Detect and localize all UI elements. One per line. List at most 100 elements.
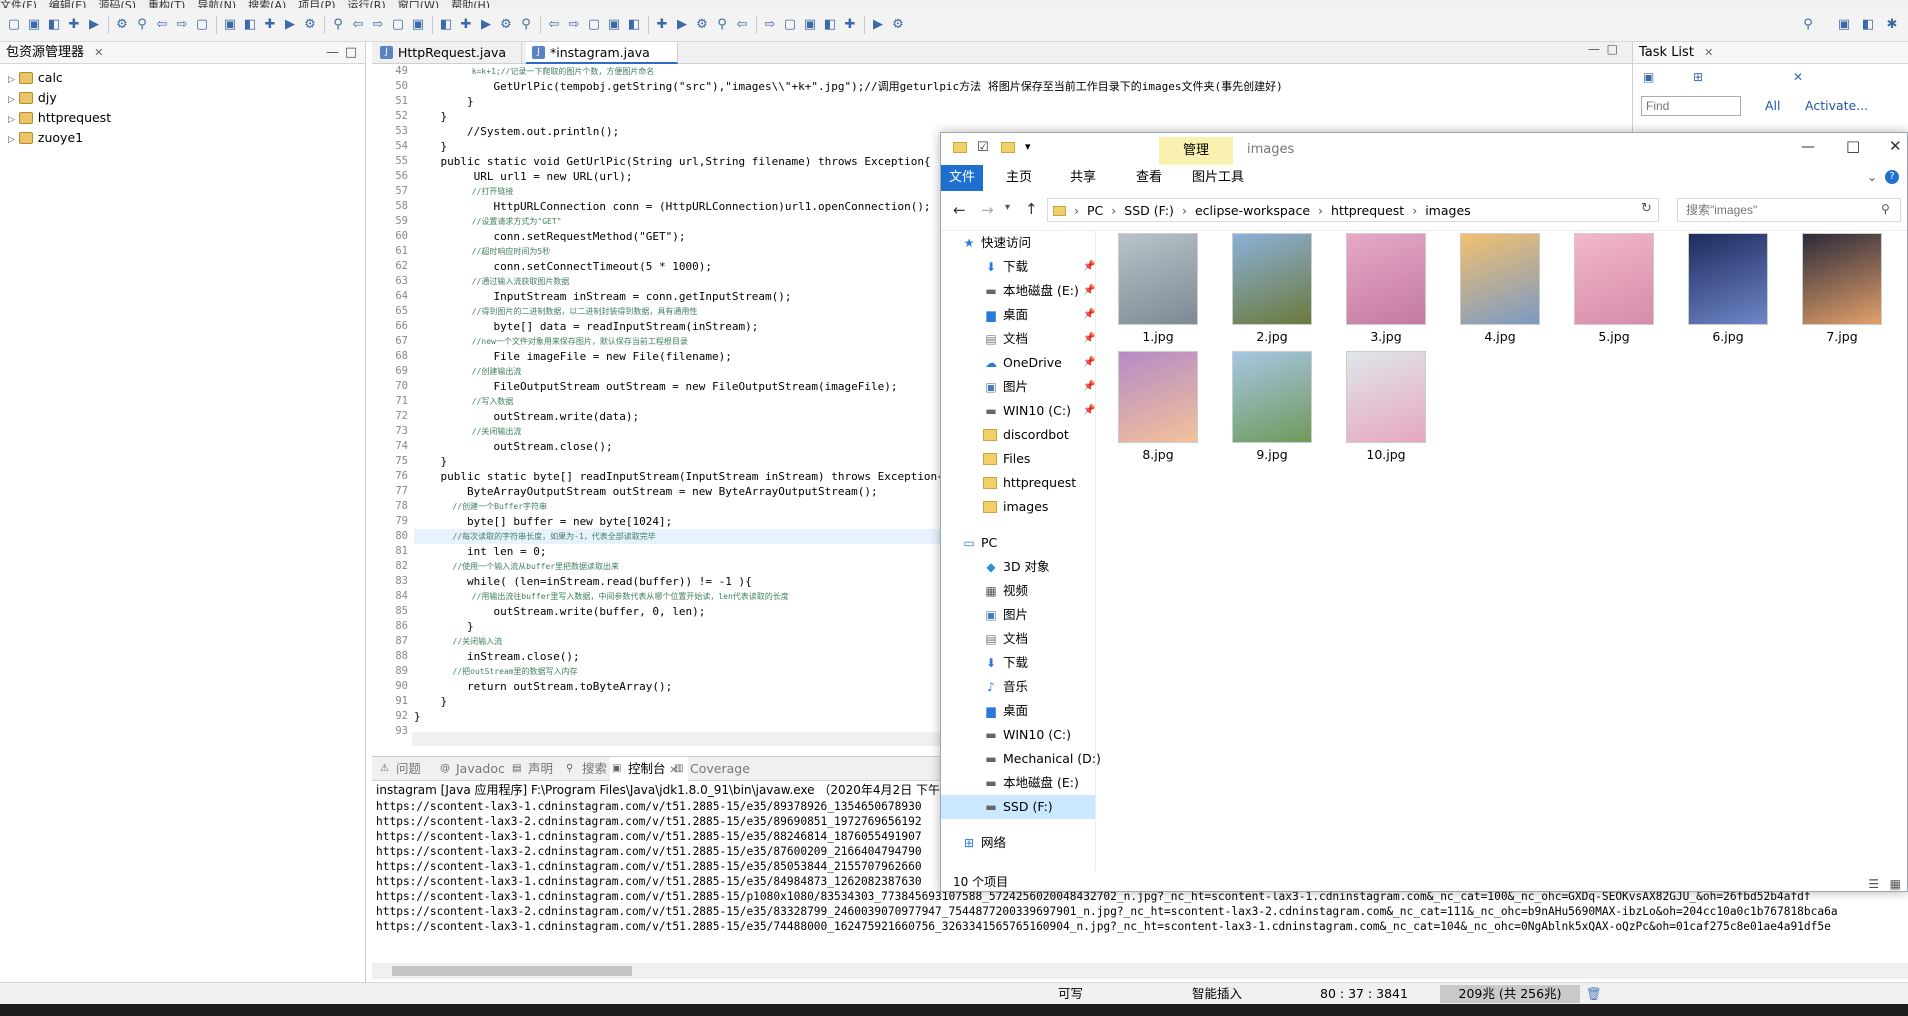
back-icon[interactable]: ← [953, 201, 966, 219]
expand-arrow-icon[interactable]: ▷ [8, 115, 15, 125]
run-icon[interactable]: ▶ [674, 17, 690, 33]
nav-item[interactable]: ▦ 视频 [941, 579, 1095, 603]
minimize-button[interactable]: — [1801, 139, 1815, 155]
forward-icon[interactable]: ⇨ [370, 17, 386, 33]
back-icon[interactable]: ⇦ [350, 17, 366, 33]
nav-item[interactable]: ⬇ 下载 📌 [941, 255, 1095, 279]
back-icon[interactable]: ⇦ [734, 17, 750, 33]
debug-icon[interactable]: ✚ [842, 17, 858, 33]
scrollbar-thumb[interactable] [392, 966, 632, 976]
nav-item[interactable]: ▤ 文档 [941, 627, 1095, 651]
new-icon[interactable]: ▢ [390, 17, 406, 33]
file-thumbnail[interactable]: 3.jpg [1339, 233, 1433, 351]
save-icon[interactable]: ▣ [26, 17, 42, 33]
garbage-collect-icon[interactable]: 🗑 [1586, 983, 1602, 1005]
delete-icon[interactable]: ✕ [1793, 70, 1803, 84]
perspective-icon[interactable]: ▣ [1836, 17, 1852, 33]
activate-link[interactable]: Activate... [1805, 98, 1868, 113]
save-all-icon[interactable]: ◧ [242, 17, 258, 33]
nav-item[interactable]: discordbot [941, 423, 1095, 447]
editor-tab[interactable]: J HttpRequest.java [374, 42, 522, 64]
nav-item[interactable]: ▬ 本地磁盘 (E:) [941, 771, 1095, 795]
console-tab[interactable]: ▥ Coverage [672, 757, 750, 781]
nav-item[interactable]: ▬ SSD (F:) [941, 795, 1095, 819]
run-icon[interactable]: ▶ [86, 17, 102, 33]
pin-icon[interactable]: 📌 [1083, 375, 1095, 399]
save-all-icon[interactable]: ◧ [438, 17, 454, 33]
java-perspective-icon[interactable]: ◧ [1860, 17, 1876, 33]
minimize-icon[interactable]: — [326, 42, 339, 64]
forward-icon[interactable]: ⇨ [762, 17, 778, 33]
back-icon[interactable]: ⇦ [154, 17, 170, 33]
nav-item[interactable]: ▤ 文档 📌 [941, 327, 1095, 351]
debug-icon[interactable]: ✚ [654, 17, 670, 33]
close-icon[interactable]: ✕ [94, 46, 103, 59]
save-all-icon[interactable]: ◧ [822, 17, 838, 33]
breadcrumb-item[interactable]: httprequest [1331, 203, 1404, 218]
external-tools-icon[interactable]: ⚙ [114, 17, 130, 33]
filter-icon[interactable]: ⊞ [1693, 70, 1703, 84]
pin-icon[interactable]: 📌 [1083, 255, 1095, 279]
expand-ribbon-icon[interactable]: ⌄ [1867, 170, 1877, 184]
console-tab[interactable]: ⚠ 问题 [378, 757, 421, 781]
nav-item[interactable]: ▭ PC [941, 531, 1095, 555]
save-icon[interactable]: ▣ [606, 17, 622, 33]
external-tools-icon[interactable]: ⚙ [890, 17, 906, 33]
debug-icon[interactable]: ✚ [262, 17, 278, 33]
expand-arrow-icon[interactable]: ▷ [8, 75, 15, 85]
save-icon[interactable]: ▣ [802, 17, 818, 33]
new-icon[interactable]: ▢ [586, 17, 602, 33]
file-thumbnail[interactable]: 7.jpg [1795, 233, 1889, 351]
console-tab[interactable]: @ Javadoc [438, 757, 505, 781]
breadcrumb-item[interactable]: SSD (F:) [1124, 203, 1174, 218]
nav-item[interactable]: images [941, 495, 1095, 519]
nav-item[interactable]: ▬ 本地磁盘 (E:) 📌 [941, 279, 1095, 303]
search-icon[interactable]: ⚲ [714, 17, 730, 33]
forward-icon[interactable]: ⇨ [566, 17, 582, 33]
back-icon[interactable]: ⇦ [546, 17, 562, 33]
external-tools-icon[interactable]: ⚙ [498, 17, 514, 33]
console-tab[interactable]: ⚲ 搜索 [564, 757, 607, 781]
forward-icon[interactable]: ⇨ [174, 17, 190, 33]
nav-item[interactable]: ▬ WIN10 (C:) [941, 723, 1095, 747]
expand-arrow-icon[interactable]: ▷ [8, 135, 15, 145]
all-link[interactable]: All [1765, 98, 1781, 113]
new-icon[interactable]: ▢ [194, 17, 210, 33]
ribbon-tab[interactable]: 查看 [1117, 165, 1181, 191]
properties-icon[interactable]: ☑ [977, 140, 989, 155]
search-icon[interactable]: ⚲ [134, 17, 150, 33]
nav-item[interactable]: ♪ 音乐 [941, 675, 1095, 699]
run-icon[interactable]: ▶ [870, 17, 886, 33]
nav-item[interactable]: ★ 快速访问 [941, 231, 1095, 255]
nav-item[interactable]: httprequest [941, 471, 1095, 495]
forward-icon[interactable]: → [981, 201, 994, 219]
ribbon-tab[interactable]: 图片工具 [1181, 165, 1255, 191]
refresh-icon[interactable]: ↻ [1641, 201, 1652, 216]
pin-icon[interactable]: 📌 [1083, 351, 1095, 375]
close-button[interactable]: ✕ [1889, 137, 1902, 155]
nav-item[interactable]: ▆ 桌面 📌 [941, 303, 1095, 327]
recent-locations-icon[interactable]: ▾ [1005, 202, 1010, 213]
new-icon[interactable]: ▢ [6, 17, 22, 33]
console-horizontal-scrollbar[interactable] [372, 963, 1908, 979]
file-thumbnail[interactable]: 9.jpg [1225, 351, 1319, 469]
editor-tab[interactable]: J *instagram.java [526, 42, 678, 64]
customize-icon[interactable]: ▾ [1025, 140, 1031, 153]
run-icon[interactable]: ▶ [282, 17, 298, 33]
file-thumbnail[interactable]: 10.jpg [1339, 351, 1433, 469]
nav-item[interactable]: ▬ WIN10 (C:) 📌 [941, 399, 1095, 423]
ribbon-tab[interactable]: 共享 [1051, 165, 1115, 191]
search-input[interactable] [1677, 198, 1901, 222]
file-thumbnail[interactable]: 5.jpg [1567, 233, 1661, 351]
file-thumbnail[interactable]: 8.jpg [1111, 351, 1205, 469]
minimize-icon[interactable]: — [1588, 42, 1600, 56]
pin-icon[interactable]: 📌 [1083, 327, 1095, 351]
pin-icon[interactable]: 📌 [1083, 279, 1095, 303]
ribbon-tab[interactable]: 文件 [941, 165, 983, 191]
breadcrumb-item[interactable]: PC [1087, 203, 1103, 218]
details-view-icon[interactable]: ☰ [1868, 873, 1879, 895]
nav-item[interactable]: ⬇ 下载 [941, 651, 1095, 675]
search-icon[interactable]: ⚲ [1800, 17, 1816, 33]
breadcrumb-item[interactable]: images [1425, 203, 1470, 218]
pin-icon[interactable]: 📌 [1083, 399, 1095, 423]
